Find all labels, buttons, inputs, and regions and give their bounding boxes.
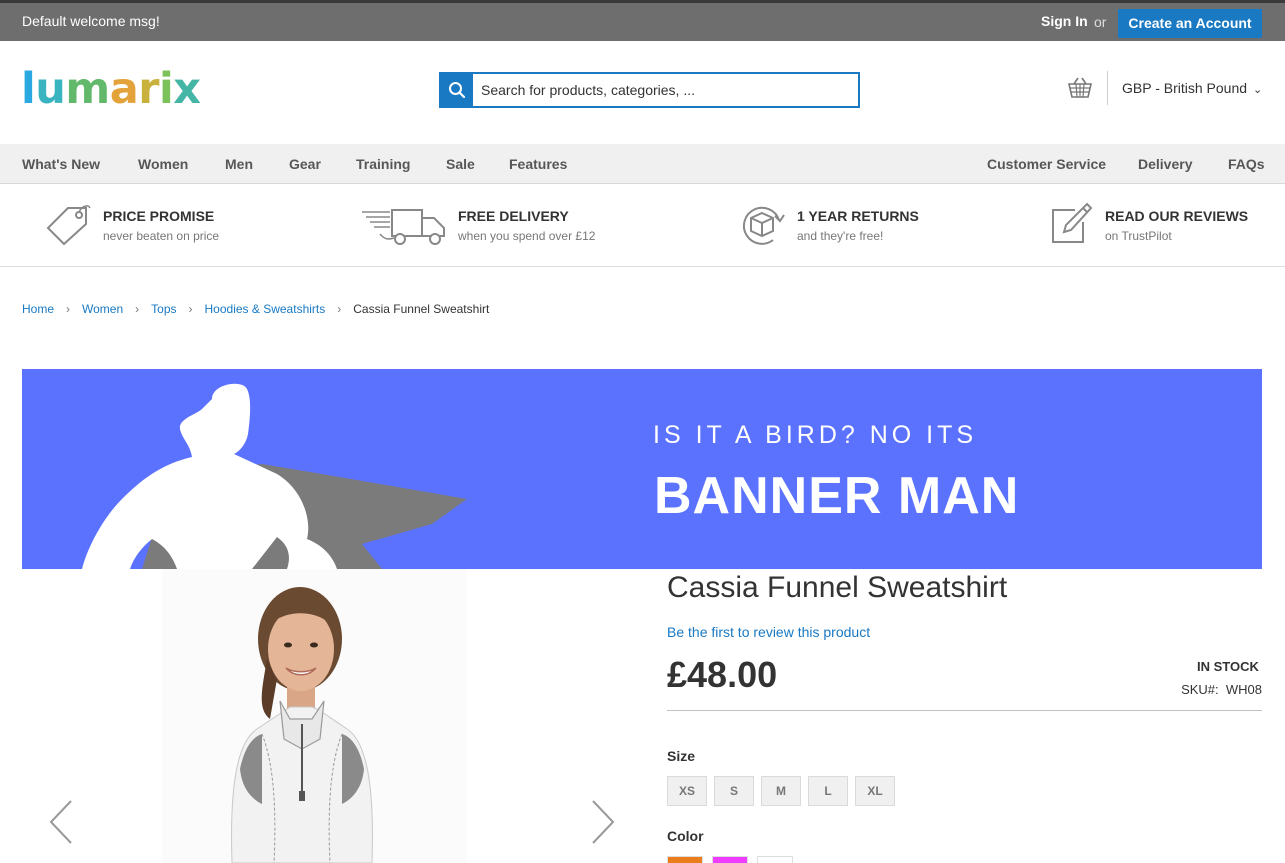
promise-returns: 1 YEAR RETURNS and they're free!	[739, 200, 939, 250]
promise-subtitle: on TrustPilot	[1105, 229, 1172, 243]
promise-title: FREE DELIVERY	[458, 208, 569, 224]
chevron-right-icon: ›	[188, 302, 193, 316]
nav-item-sale[interactable]: Sale	[446, 156, 475, 172]
size-option-xl[interactable]: XL	[855, 776, 895, 806]
nav-item-whats-new[interactable]: What's New	[22, 156, 100, 172]
promise-subtitle: never beaten on price	[103, 229, 220, 243]
promise-subtitle: and they're free!	[797, 229, 884, 243]
banner-headline: BANNER MAN	[654, 467, 1020, 525]
promise-title: 1 YEAR RETURNS	[797, 208, 919, 224]
breadcrumb: Home › Women › Tops › Hoodies & Sweatshirts › Ca…	[22, 302, 489, 316]
promise-subtitle: when you spend over £12	[458, 229, 596, 243]
color-swatch-orange[interactable]	[667, 856, 703, 863]
returns-box-icon	[743, 206, 785, 245]
nav-item-women[interactable]: Women	[138, 156, 188, 172]
promise-reviews[interactable]: READ OUR REVIEWS on TrustPilot	[1049, 200, 1249, 250]
size-option-m[interactable]: M	[761, 776, 801, 806]
site-logo[interactable]: lumarix	[21, 64, 201, 114]
divider	[0, 266, 1285, 267]
search-button[interactable]	[441, 74, 473, 106]
sku-label: SKU#:	[1181, 682, 1219, 697]
promise-price: PRICE PROMISE never beaten on price	[46, 200, 266, 250]
size-option-xs[interactable]: XS	[667, 776, 707, 806]
nav-item-gear[interactable]: Gear	[289, 156, 321, 172]
promise-title: PRICE PROMISE	[103, 208, 215, 224]
header-divider	[1107, 71, 1108, 105]
basket-icon[interactable]	[1066, 76, 1094, 100]
create-account-button[interactable]: Create an Account	[1118, 9, 1262, 38]
sign-in-link[interactable]: Sign In	[1041, 13, 1088, 29]
breadcrumb-home[interactable]: Home	[22, 302, 54, 316]
size-options: XS S M L XL	[667, 776, 895, 806]
promo-banner[interactable]: IS IT A BIRD? NO ITS BANNER MAN	[22, 369, 1262, 569]
size-label: Size	[667, 748, 696, 764]
model-sweatshirt-image	[231, 587, 373, 863]
top-bar: Default welcome msg! Sign In or Create a…	[0, 0, 1285, 41]
promise-title: READ OUR REVIEWS	[1105, 208, 1249, 224]
currency-switcher[interactable]: GBP - British Pound ⌄	[1122, 80, 1262, 96]
product-price: £48.00	[667, 654, 778, 695]
color-label: Color	[667, 828, 704, 844]
stock-status: IN STOCK	[1197, 659, 1259, 674]
size-option-l[interactable]: L	[808, 776, 848, 806]
nav-item-men[interactable]: Men	[225, 156, 253, 172]
chevron-right-icon: ›	[66, 302, 71, 316]
search-box	[439, 72, 860, 108]
chevron-down-icon: ⌄	[1253, 84, 1263, 96]
divider	[667, 710, 1262, 711]
breadcrumb-current: Cassia Funnel Sweatshirt	[353, 302, 490, 316]
nav-item-customer-service[interactable]: Customer Service	[987, 156, 1106, 172]
color-options	[667, 856, 793, 863]
breadcrumb-women[interactable]: Women	[82, 302, 123, 316]
chevron-right-icon: ›	[135, 302, 140, 316]
review-pencil-icon	[1052, 202, 1093, 243]
color-swatch-purple[interactable]	[712, 856, 748, 863]
breadcrumb-tops[interactable]: Tops	[151, 302, 176, 316]
product-gallery	[22, 569, 640, 863]
price-tag-icon	[46, 205, 91, 246]
welcome-message: Default welcome msg!	[22, 13, 160, 29]
next-image-arrow-icon[interactable]	[587, 797, 617, 847]
color-swatch-white[interactable]	[757, 856, 793, 863]
sku-value: WH08	[1225, 682, 1262, 697]
nav-item-features[interactable]: Features	[509, 156, 567, 172]
review-link[interactable]: Be the first to review this product	[667, 624, 870, 640]
product-title: Cassia Funnel Sweatshirt	[667, 571, 1008, 604]
nav-item-training[interactable]: Training	[356, 156, 410, 172]
main-navigation: What's New Women Men Gear Training Sale …	[0, 144, 1285, 184]
sku: SKU#: WH08	[1181, 682, 1262, 697]
or-text: or	[1094, 14, 1107, 30]
previous-image-arrow-icon[interactable]	[47, 797, 77, 847]
banner-tagline: IS IT A BIRD? NO ITS	[653, 421, 978, 449]
superhero-silhouette-image	[82, 383, 467, 569]
nav-item-delivery[interactable]: Delivery	[1138, 156, 1192, 172]
nav-item-faqs[interactable]: FAQs	[1228, 156, 1265, 172]
size-option-s[interactable]: S	[714, 776, 754, 806]
currency-label: GBP - British Pound	[1122, 80, 1248, 96]
search-input[interactable]	[481, 74, 851, 106]
promise-delivery: FREE DELIVERY when you spend over £12	[360, 200, 620, 250]
search-icon	[449, 82, 466, 99]
product-image[interactable]	[162, 569, 467, 863]
delivery-truck-icon	[362, 209, 445, 245]
chevron-right-icon: ›	[337, 302, 342, 316]
breadcrumb-hoodies[interactable]: Hoodies & Sweatshirts	[205, 302, 326, 316]
